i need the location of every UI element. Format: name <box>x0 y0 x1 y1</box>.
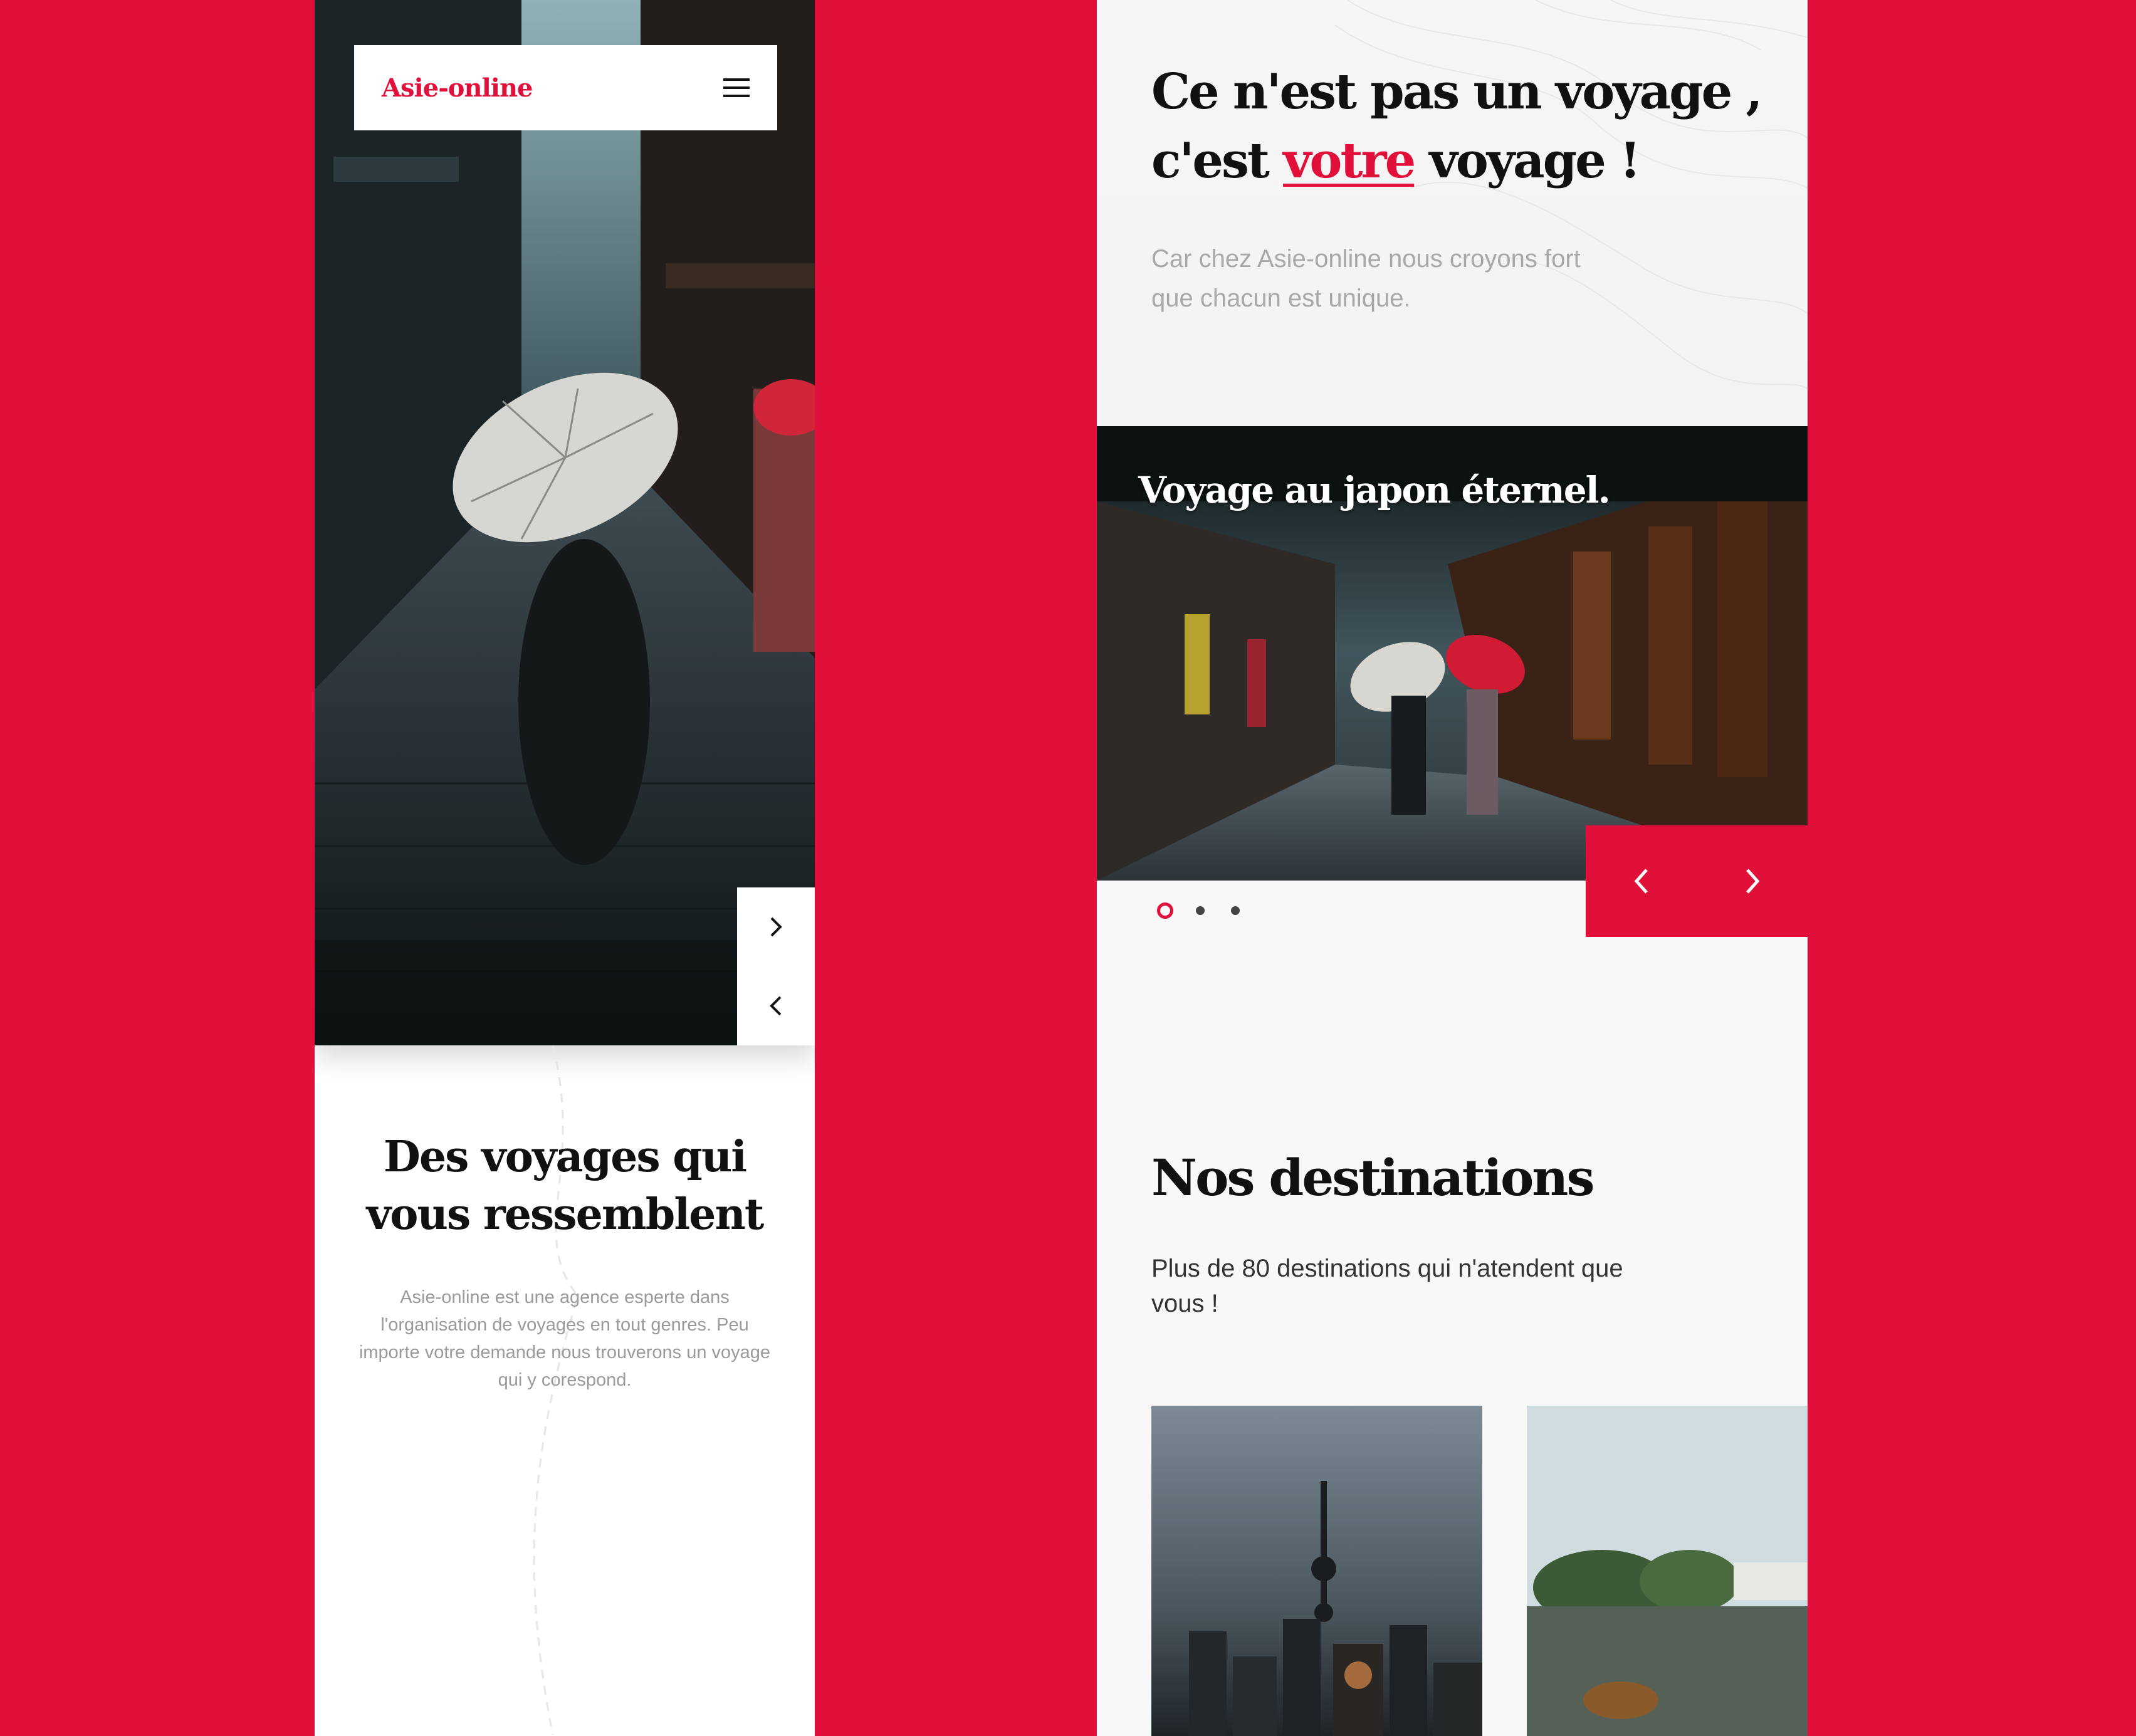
slider-pagination <box>1157 902 1266 919</box>
tagline: Car chez Asie-online nous croyons fort q… <box>1151 245 1581 312</box>
slider-dot-3[interactable] <box>1231 906 1240 915</box>
hero-next-button[interactable] <box>737 887 815 966</box>
headline-line-2: c'est votre voyage ! <box>1151 127 1778 196</box>
intro-title: Des voyages qui vous ressemblent <box>366 1132 765 1240</box>
chevron-left-icon <box>1634 869 1648 894</box>
hero-prev-button[interactable] <box>737 966 815 1045</box>
headline-suffix: voyage ! <box>1414 132 1641 189</box>
destinations-title: Nos destinations <box>1151 1148 1594 1207</box>
destination-photo-lake <box>1527 1406 1808 1736</box>
slide-title: Voyage au japon éternel. <box>1138 469 1611 511</box>
slider-dot-2[interactable] <box>1196 906 1205 915</box>
main-headline: Ce n'est pas un voyage , c'est votre voy… <box>1151 58 1778 196</box>
hamburger-menu-icon[interactable] <box>723 78 750 97</box>
headline-accent: votre <box>1283 132 1416 189</box>
destination-card-shanghai[interactable] <box>1151 1406 1482 1736</box>
headline-prefix: c'est <box>1151 132 1284 189</box>
hero-image-kyoto-street: Asie-online <box>315 0 815 1045</box>
headline-line-1: Ce n'est pas un voyage , <box>1151 63 1763 120</box>
hero-text-section: Ce n'est pas un voyage , c'est votre voy… <box>1097 0 1808 426</box>
slider-dot-1[interactable] <box>1157 902 1173 919</box>
top-navbar: Asie-online <box>354 45 777 130</box>
brand-logo[interactable]: Asie-online <box>382 73 533 103</box>
left-mobile-screen: Asie-online Des voyages qui vous ressemb… <box>315 0 815 1736</box>
chevron-right-icon <box>1746 869 1759 894</box>
intro-text: Asie-online est une agence esperte dans … <box>359 1287 771 1390</box>
slider-controls <box>1586 825 1808 937</box>
chevron-right-icon <box>770 917 782 937</box>
slider-next-button[interactable] <box>1715 844 1790 919</box>
chevron-left-icon <box>770 996 782 1016</box>
right-mobile-screen: Ce n'est pas un voyage , c'est votre voy… <box>1097 0 1808 1736</box>
destination-card-lake[interactable] <box>1527 1406 1808 1736</box>
destinations-subtitle: Plus de 80 destinations qui n'atendent q… <box>1151 1255 1623 1317</box>
destination-photo-city <box>1151 1406 1482 1736</box>
slider-prev-button[interactable] <box>1604 844 1679 919</box>
